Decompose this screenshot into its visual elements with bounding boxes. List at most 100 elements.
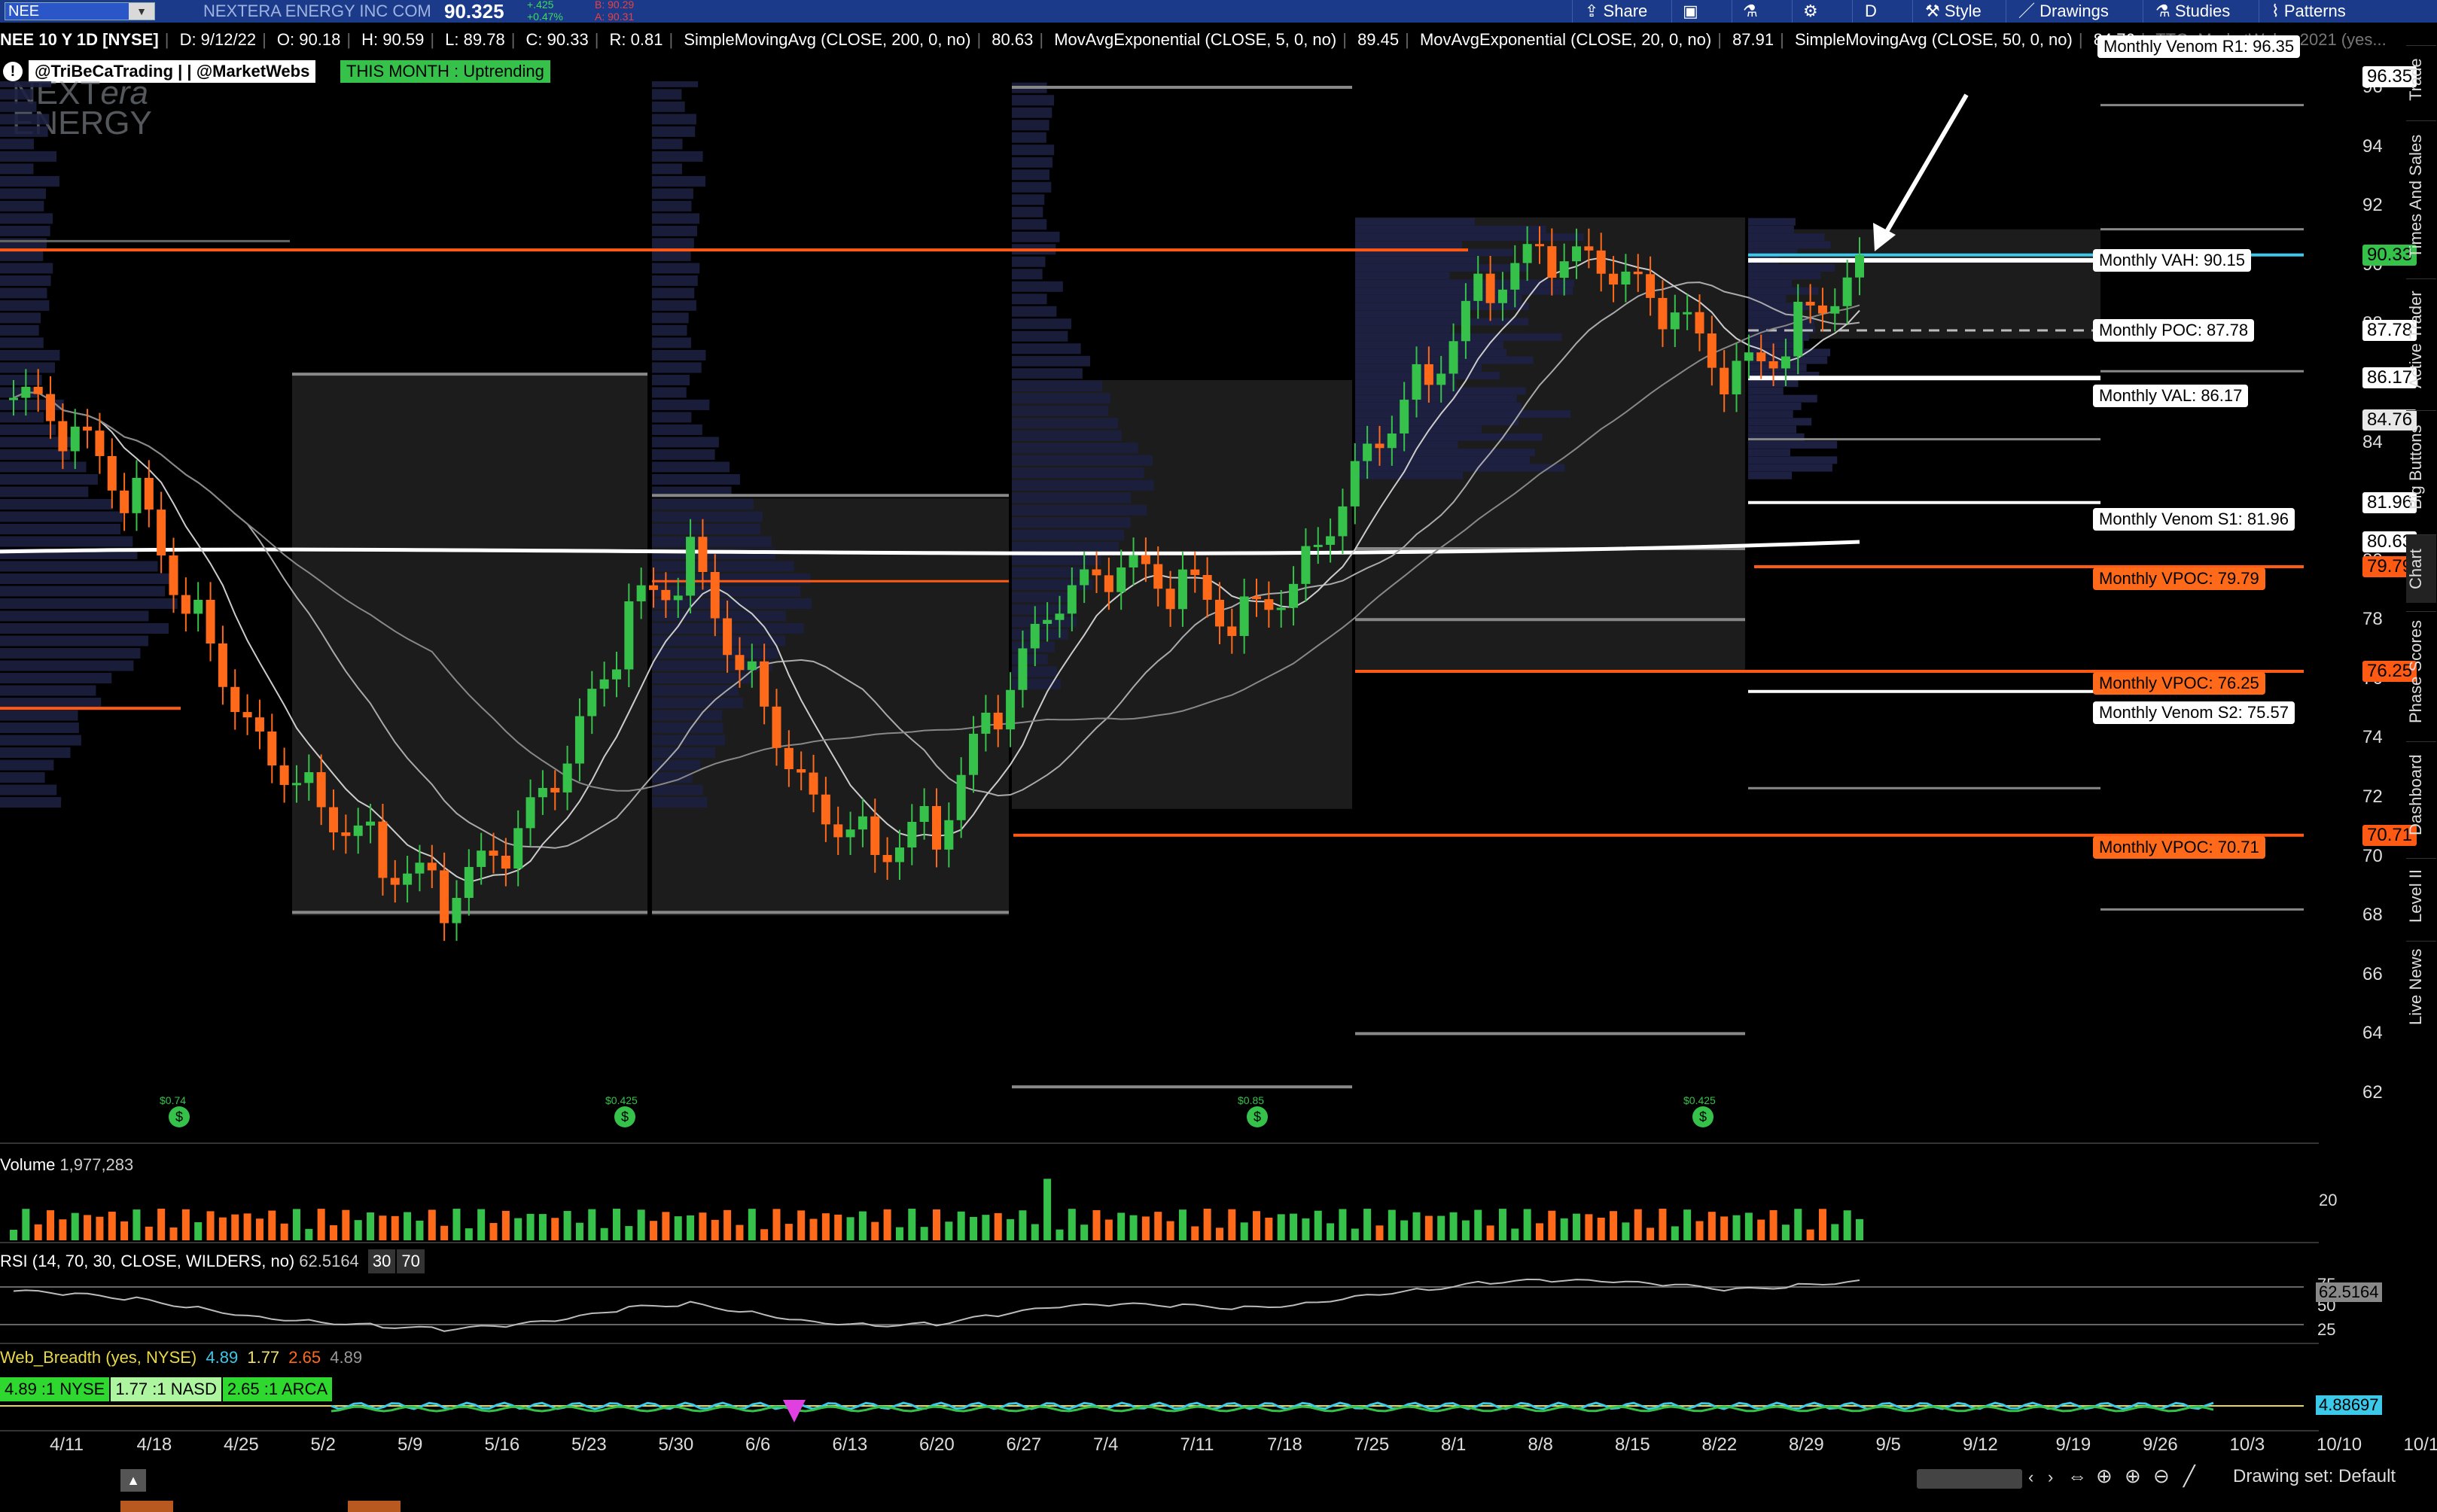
candle-body [1830,306,1839,314]
side-tab-trade[interactable]: Trade [2406,45,2436,114]
price-axis-tick: 66 [2362,964,2383,985]
volume-profile-bar [0,337,44,348]
candle-body [378,822,387,878]
side-tab-phase-scores[interactable]: Phase Scores [2406,611,2436,732]
rsi-pane[interactable] [0,1272,2319,1340]
scroll-right-icon[interactable]: › [2048,1468,2053,1487]
side-tab-live-news[interactable]: Live News [2406,941,2436,1032]
zoom-in-icon[interactable]: ⊕ [2125,1465,2141,1488]
volume-profile-bar [1012,443,1138,453]
candle-body [698,537,707,572]
side-tab-dashboard[interactable]: Dashboard [2406,741,2436,847]
candle-body [1523,244,1532,263]
volume-bar [699,1212,706,1240]
volume-bar [1031,1224,1039,1240]
bottom-tab[interactable] [120,1501,173,1512]
date-tick: 10/17 [2404,1434,2437,1456]
side-tab-level-ii[interactable]: Level II [2406,858,2436,934]
collapse-button[interactable]: ▲ [120,1469,146,1492]
volume-bar [1831,1224,1838,1240]
volume-bar [945,1221,952,1240]
drawings-button[interactable]: ／ Drawings [2006,0,2121,23]
volume-profile-bar [652,511,763,522]
price-axis-tick: 94 [2362,136,2383,157]
volume-bar [1314,1211,1322,1240]
zoom-out-icon[interactable]: ⊖ [2153,1465,2170,1488]
study-ema5[interactable]: MovAvgExponential (CLOSE, 5, 0, no) [1054,30,1336,49]
volume-profile-bar [652,561,794,571]
study-sma50[interactable]: SimpleMovingAvg (CLOSE, 50, 0, no) [1795,30,2073,49]
volume-profile-bar [1748,472,1792,479]
study-ema20[interactable]: MovAvgExponential (CLOSE, 20, 0, no) [1420,30,1711,49]
volume-bar [1375,1225,1383,1240]
style-button[interactable]: ⚒ Style [1912,0,1994,23]
volume-profile-bar [652,586,800,596]
horizontal-scrollbar[interactable] [1917,1469,2022,1489]
draw-line-icon[interactable]: ╱ [2183,1465,2195,1488]
candle-body [661,590,670,601]
period-button[interactable]: D [1852,0,1889,23]
volume-bar [35,1225,42,1240]
side-tab-active-trader[interactable]: Active Trader [2406,278,2436,400]
price-chart[interactable] [0,81,2319,1142]
flask-button[interactable]: ⚗ [1732,0,1768,23]
symbol-selector[interactable]: ▼ [5,2,155,20]
side-tab-big-buttons[interactable]: Big Buttons [2406,410,2436,524]
symbol-dropdown-icon[interactable]: ▼ [129,3,154,20]
volume-bar [318,1209,325,1240]
volume-bar [822,1213,830,1240]
screenshot-button[interactable]: ▣ [1671,0,1709,23]
volume-bar [1462,1221,1470,1240]
drawing-set-selector[interactable]: Drawing set: Default [2233,1466,2396,1487]
volume-bar [1646,1228,1654,1240]
volume-value: 1,977,283 [59,1155,133,1174]
symbol-input[interactable] [5,3,132,20]
date-tick: 5/9 [398,1434,422,1456]
candle-body [944,820,953,850]
candle-body [1080,570,1089,586]
breadth-pane[interactable] [0,1392,2319,1430]
volume-pane[interactable] [0,1174,2319,1240]
volume-profile-bar [0,760,53,771]
volume-profile-bar [0,287,47,298]
study-sma200[interactable]: SimpleMovingAvg (CLOSE, 200, 0, no) [684,30,970,49]
candle-body [1129,555,1138,567]
bottom-tab[interactable] [348,1501,401,1512]
camera-icon: ▣ [1683,2,1698,20]
volume-profile-bar [1012,368,1083,379]
pane-divider[interactable] [0,1242,2319,1243]
share-button[interactable]: ⇪ Share [1572,0,1659,23]
patterns-button[interactable]: ⌇ Patterns [2259,0,2358,23]
volume-bar [342,1210,349,1240]
pane-divider[interactable] [0,1142,2319,1144]
candle-body [1683,312,1692,315]
volume-profile-bar [1355,287,1573,295]
volume-profile-bar [0,723,79,733]
dividend-icon[interactable]: $ [614,1106,635,1127]
studies-button[interactable]: ⚗ Studies [2143,0,2242,23]
chart-title[interactable]: NEE 10 Y 1D [NYSE] [0,30,159,49]
side-tab-chart[interactable]: Chart [2406,534,2436,603]
volume-bar [1548,1211,1555,1240]
volume-bar [539,1214,547,1240]
dividend-icon[interactable]: $ [169,1106,190,1127]
candle-body [1621,272,1630,284]
side-tab-times-and-sales[interactable]: Times And Sales [2406,120,2436,272]
volume-bar [1339,1209,1346,1240]
settings-button[interactable]: ⚙ [1792,0,1829,23]
volume-profile-bar [0,263,53,273]
candle-body [354,826,363,836]
volume-bar [1056,1230,1063,1240]
dividend-icon[interactable]: $ [1247,1106,1268,1127]
candle-body [1215,600,1224,626]
crosshair-icon[interactable]: ⊕ [2096,1465,2113,1488]
ohlc-range: R: 0.81 [610,30,663,49]
volume-profile-bar [1748,272,1820,279]
expand-horizontal-icon[interactable]: ⇔ [2067,1465,2087,1488]
date-tick: 5/16 [485,1434,520,1456]
pane-divider[interactable] [0,1343,2319,1344]
scroll-left-icon[interactable]: ‹ [2028,1468,2033,1487]
candle-body [1190,570,1199,575]
volume-profile-bar [652,89,681,99]
dividend-icon[interactable]: $ [1692,1106,1714,1127]
